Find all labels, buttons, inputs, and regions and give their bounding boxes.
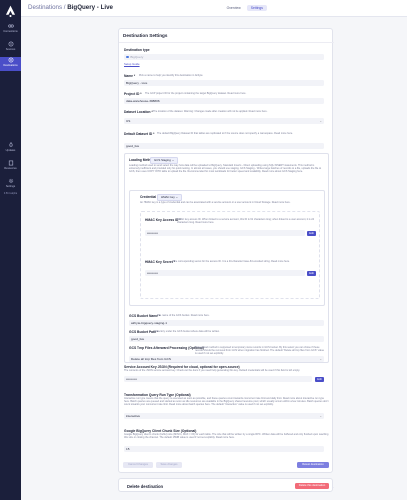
delete-destination-title: Delete destination [127,484,164,489]
project-id-input[interactable]: data-warehouse-308806 [124,98,324,104]
breadcrumb-parent[interactable]: Destinations [28,4,62,11]
tab-settings[interactable]: Settings [246,5,267,12]
credential-hint: An HMAC key is a type of credential and … [140,201,291,204]
loading-method-hint: Loading method used to send select the w… [129,164,322,174]
loading-method-group: Loading Method GCS Staging ⌄ Loading met… [124,153,329,363]
credential-label: Credential [140,195,157,199]
sidebar-item-label: Updates [5,149,16,152]
chevron-down-icon: ⌄ [319,357,322,361]
gcs-bucket-path-input[interactable]: good_live [129,336,324,342]
credential-value: HMAC key [161,195,175,199]
chevron-down-icon: ⌄ [171,158,175,162]
edit-service-account-key-button[interactable]: Edit [315,376,324,382]
destination-type-value: BigQuery [130,55,144,60]
transformation-query-value: interactive [126,414,141,419]
sidebar-item-label: Destinations [3,64,18,67]
destination-settings-card: Destination Settings Destination type Bi… [118,28,334,488]
connections-icon [7,24,14,28]
sources-icon [8,41,13,47]
service-account-key-hint: The contents of the JSON service account… [124,369,301,372]
name-label: Name * [124,74,136,78]
edit-hmac-secret-button[interactable]: Edit [307,270,316,276]
sidebar-item-label: Sources [5,48,16,51]
project-id-hint: The GCP project ID for the project conta… [145,92,247,95]
breadcrumb-current: BigQuery - Live [67,4,113,11]
sidebar-item-label: Connections [3,30,18,33]
loading-method-value: GCS Staging [154,158,171,162]
setup-guide-link[interactable]: Setup Guide [124,62,140,66]
save-changes-button[interactable]: Save changes [156,462,182,468]
destination-type-label: Destination type [124,48,150,52]
gcs-tmp-files-hint: This upload method is supposed to tempor… [195,346,325,355]
gcs-bucket-name-label: GCS Bucket Name * [129,314,161,318]
gear-icon [8,178,13,184]
gcs-tmp-files-label: GCS Tmp Files Afterward Processing (Opti… [129,346,204,350]
dataset-location-select[interactable]: US ⌄ [124,118,324,124]
hmac-access-id-label: HMAC Key Access ID * [145,218,181,222]
name-input[interactable]: BigQuery - Live [124,80,324,86]
sidebar-item-label: Resources [4,167,17,170]
chevron-down-icon: ⌄ [319,119,322,123]
loading-method-select[interactable]: GCS Staging ⌄ [150,157,179,164]
dataset-location-value: US [126,119,131,124]
sidebar: Connections Sources Destinations Updates… [0,0,21,500]
credential-select[interactable]: HMAC key ⌄ [157,194,183,201]
default-dataset-hint: The default BigQuery Dataset ID that tab… [157,132,293,135]
gcs-bucket-name-hint: The name of the GCS bucket. Read more he… [157,314,210,317]
retest-destination-button[interactable]: Retest destination [297,462,329,468]
sidebar-item-updates[interactable]: Updates [0,142,21,156]
sidebar-item-label: Settings [5,185,16,188]
credential-group: Credential HMAC key ⌄ An HMAC key is a t… [129,190,325,306]
transformation-query-select[interactable]: interactive ⌄ [124,413,324,419]
default-dataset-label: Default Dataset ID * [124,132,155,136]
delete-destination-button[interactable]: Delete this destination [295,483,329,489]
gcs-tmp-files-value: Delete all tmp files from GCS [131,357,171,362]
sidebar-item-settings[interactable]: Settings [0,178,21,192]
hmac-secret-input[interactable]: •••••••••• [145,270,305,276]
chevron-down-icon: ⌄ [175,195,179,199]
edit-hmac-access-id-button[interactable]: Edit [307,230,316,236]
hmac-access-id-input[interactable]: •••••••••• [145,230,305,236]
tab-overview[interactable]: Overview [223,5,245,11]
card-title: Destination Settings [123,33,168,38]
project-id-label: Project ID * [124,92,142,96]
breadcrumb: Destinations / BigQuery - Live [28,4,113,11]
destinations-icon [8,57,13,63]
transformation-query-hint: Interactive run type means that the quer… [124,397,329,407]
divider [119,42,334,43]
chunk-size-hint: Google BigQuery client's chunk (buffer) … [124,433,329,440]
sidebar-item-destinations[interactable]: Destinations [0,57,21,71]
gcs-bucket-path-label: GCS Bucket Path * [129,330,159,334]
sidebar-item-resources[interactable]: Resources [0,160,21,174]
hmac-group: HMAC Key Access ID * HMAC key access ID.… [140,211,320,299]
default-dataset-input[interactable]: good_live [124,143,324,149]
version-label: 0.50.4-alpha [3,192,18,195]
sidebar-item-connections[interactable]: Connections [0,23,21,37]
gcs-bucket-name-input[interactable]: airbyte-bigquery-staging-1 [129,320,324,326]
airbyte-logo-icon[interactable] [4,5,17,18]
delete-destination-card: Delete destination Delete this destinati… [118,478,333,492]
sidebar-item-sources[interactable]: Sources [0,41,21,55]
page-header: Destinations / BigQuery - Live Overview … [21,0,407,17]
book-icon [8,160,13,166]
service-account-key-input[interactable]: •••••••••• [124,376,312,382]
destination-type-select[interactable]: BigQuery [124,54,324,60]
tab-bar: Overview Settings [223,5,267,12]
name-hint: Pick a name to help you identify this de… [139,74,203,77]
gcs-bucket-path-hint: Directory under the GCS bucket where dat… [155,330,220,333]
rocket-icon [9,142,12,147]
bigquery-icon [126,55,129,59]
chunk-size-input[interactable]: 15 [124,446,324,452]
cancel-changes-button[interactable]: Cancel Changes [123,462,153,468]
dataset-location-hint: The location of the dataset. Warning: Ch… [153,110,268,113]
chevron-down-icon: ⌄ [319,414,322,418]
gcs-tmp-files-select[interactable]: Delete all tmp files from GCS ⌄ [129,356,324,362]
hmac-access-id-hint: HMAC key access ID. When linked to a ser… [177,218,315,224]
hmac-secret-hint: The corresponding secret for the access … [173,260,290,263]
dataset-location-label: Dataset Location * [124,110,153,114]
hmac-secret-label: HMAC Key Secret * [145,260,176,264]
